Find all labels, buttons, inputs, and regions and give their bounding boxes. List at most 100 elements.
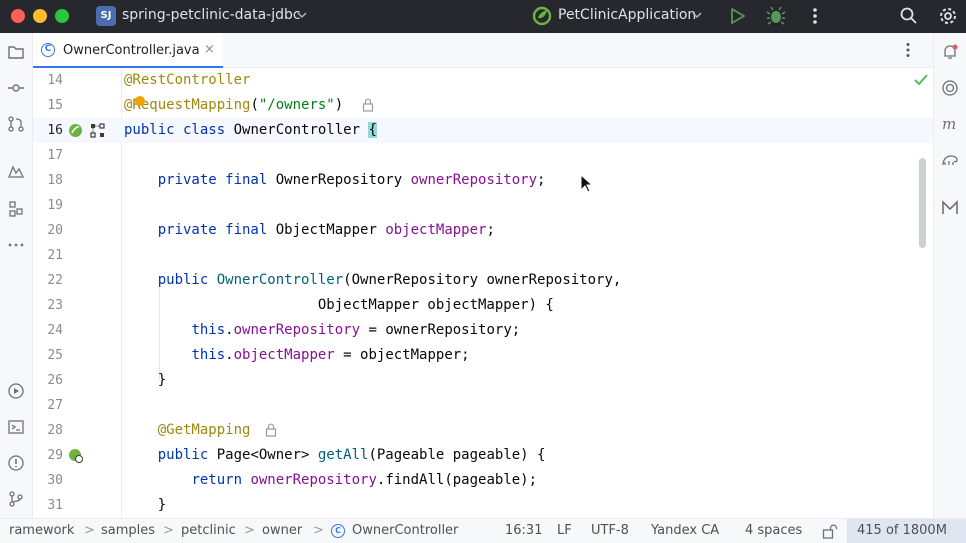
code-text[interactable]: @GetMapping [124, 418, 251, 443]
folder-icon[interactable] [7, 43, 25, 61]
more-tools-icon[interactable] [7, 236, 25, 254]
line-number: 25 [47, 348, 63, 363]
svg-text:m: m [942, 115, 956, 133]
pull-requests-icon[interactable] [7, 115, 25, 133]
code-line-28[interactable]: 28 @GetMapping [33, 418, 933, 443]
terminal-icon[interactable] [7, 418, 25, 436]
code-text[interactable]: ObjectMapper objectMapper) { [124, 293, 554, 318]
code-text[interactable]: } [124, 493, 166, 518]
code-line-18[interactable]: 18 private final OwnerRepository ownerRe… [33, 168, 933, 193]
project-name[interactable]: spring-petclinic-data-jdbc [122, 7, 301, 23]
code-line-26[interactable]: 26 } [33, 368, 933, 393]
settings-icon[interactable] [938, 6, 958, 26]
breadcrumb-separator: > [244, 523, 255, 538]
debug-icon[interactable] [766, 6, 786, 26]
window-close-button[interactable] [11, 9, 25, 23]
code-line-15[interactable]: 15 @RequestMapping("/owners") [33, 93, 933, 118]
chevron-down-icon[interactable] [295, 8, 309, 22]
line-ending[interactable]: LF [557, 523, 572, 538]
services-icon[interactable] [7, 382, 25, 400]
code-line-16[interactable]: 16 public class OwnerController { [33, 118, 933, 143]
code-line-14[interactable]: 14 @RestController [33, 68, 933, 93]
notifications-icon[interactable] [941, 43, 959, 61]
code-line-19[interactable]: 19 [33, 193, 933, 218]
tab-label[interactable]: OwnerController.java [63, 43, 200, 58]
file-encoding[interactable]: UTF-8 [591, 523, 629, 538]
mouse-cursor-icon [580, 174, 594, 193]
breadcrumb-owner-controller[interactable]: OwnerController [352, 523, 458, 538]
code-text[interactable]: public OwnerController(OwnerRepository o… [124, 268, 622, 293]
code-text[interactable]: this.ownerRepository = ownerRepository; [124, 318, 520, 343]
memory-text[interactable]: 415 of 1800M [857, 523, 947, 538]
tab-close-icon[interactable]: × [204, 42, 215, 57]
commit-icon[interactable] [7, 79, 25, 97]
breadcrumb-samples[interactable]: samples [101, 523, 155, 538]
project-badge[interactable]: SJ [96, 6, 116, 26]
code-line-29[interactable]: 29 public Page<Owner> getAll(Pageable pa… [33, 443, 933, 468]
endpoints-gutter-icon[interactable] [90, 123, 105, 138]
chevron-down-icon[interactable] [690, 8, 704, 22]
code-line-24[interactable]: 24 this.ownerRepository = ownerRepositor… [33, 318, 933, 343]
vertical-scrollbar[interactable] [919, 158, 926, 248]
problems-icon[interactable] [7, 454, 25, 472]
tab-options-icon[interactable] [899, 41, 917, 59]
run-configuration-selector[interactable]: PetClinicApplication [558, 7, 696, 23]
code-line-20[interactable]: 20 private final ObjectMapper objectMapp… [33, 218, 933, 243]
code-line-17[interactable]: 17 [33, 143, 933, 168]
no-problems-check-icon[interactable] [913, 72, 929, 88]
breadcrumb-owner[interactable]: owner [262, 523, 302, 538]
window-maximize-button[interactable] [55, 9, 69, 23]
window-minimize-button[interactable] [33, 9, 47, 23]
breadcrumb-petclinic[interactable]: petclinic [181, 523, 236, 538]
structure-icon[interactable] [7, 200, 25, 218]
status-bar: ramework > samples > petclinic > owner >… [0, 518, 966, 543]
lock-icon [362, 98, 374, 112]
code-line-25[interactable]: 25 this.objectMapper = objectMapper; [33, 343, 933, 368]
code-text[interactable]: } [124, 368, 166, 393]
code-text[interactable]: @RequestMapping("/owners") [124, 93, 343, 118]
breadcrumb-framework[interactable]: ramework [9, 523, 74, 538]
code-text[interactable]: @RestController [124, 68, 250, 93]
code-line-31[interactable]: 31 } [33, 493, 933, 518]
line-number: 29 [47, 448, 63, 463]
line-number: 27 [47, 398, 63, 413]
spring-bean-gutter-icon[interactable] [68, 123, 83, 138]
code-line-23[interactable]: 23 ObjectMapper objectMapper) { [33, 293, 933, 318]
code-text[interactable]: private final OwnerRepository ownerRepos… [124, 168, 546, 193]
learn-icon[interactable] [7, 163, 25, 181]
caret-position[interactable]: 16:31 [505, 523, 542, 538]
code-line-30[interactable]: 30 return ownerRepository.findAll(pageab… [33, 468, 933, 493]
gradle-icon[interactable] [941, 151, 959, 169]
web-endpoint-gutter-icon[interactable] [68, 448, 83, 463]
code-line-27[interactable]: 27 [33, 393, 933, 418]
class-icon: C [331, 524, 345, 538]
line-number: 22 [47, 273, 63, 288]
git-icon[interactable] [7, 490, 25, 508]
tab-owner-controller[interactable]: C OwnerController.java × [33, 33, 223, 69]
ai-assistant-icon[interactable] [941, 79, 959, 97]
title-bar: SJ spring-petclinic-data-jdbc PetClinicA… [0, 0, 966, 33]
database-icon[interactable] [941, 199, 959, 217]
code-line-22[interactable]: 22 public OwnerController(OwnerRepositor… [33, 268, 933, 293]
code-text[interactable]: this.objectMapper = objectMapper; [124, 343, 469, 368]
code-text[interactable]: public class OwnerController { [124, 118, 377, 143]
code-text[interactable]: return ownerRepository.findAll(pageable)… [124, 468, 537, 493]
editor-tab-bar: C OwnerController.java × [33, 33, 933, 69]
run-icon[interactable] [727, 6, 747, 26]
code-text[interactable]: public Page<Owner> getAll(Pageable pagea… [124, 443, 546, 468]
code-line-21[interactable]: 21 [33, 243, 933, 268]
line-number: 26 [47, 373, 63, 388]
code-text[interactable]: private final ObjectMapper objectMapper; [124, 218, 495, 243]
more-actions-icon[interactable] [805, 6, 825, 26]
intention-bulb-icon[interactable] [134, 95, 146, 107]
search-icon[interactable] [899, 6, 919, 26]
unlock-icon[interactable] [822, 524, 838, 539]
maven-icon[interactable]: m [941, 115, 959, 133]
keymap-indicator[interactable]: Yandex CA [651, 523, 719, 538]
indent-setting[interactable]: 4 spaces [745, 523, 802, 538]
code-editor[interactable]: 14 @RestController 15 @RequestMapping("/… [33, 68, 933, 523]
lock-icon [265, 423, 277, 437]
line-number: 15 [47, 98, 63, 113]
line-number: 23 [47, 298, 63, 313]
line-number: 30 [47, 473, 63, 488]
